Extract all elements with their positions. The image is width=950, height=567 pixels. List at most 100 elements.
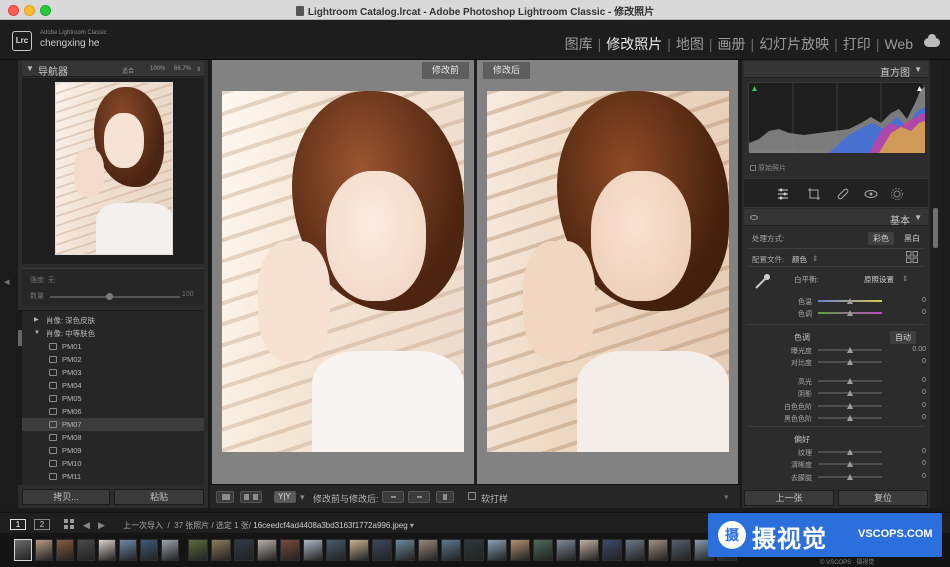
slider-value[interactable]: 0	[896, 358, 926, 365]
basic-panel-header[interactable]: 基本 ▼	[744, 209, 928, 227]
slider-knob[interactable]	[847, 403, 853, 409]
copy-settings-button[interactable]: 拷贝...	[22, 489, 110, 505]
filmstrip-thumbnail[interactable]	[161, 539, 179, 561]
filmstrip-thumbnail[interactable]	[56, 539, 74, 561]
eye-icon[interactable]	[750, 215, 758, 220]
filmstrip-thumbnail[interactable]	[671, 539, 691, 561]
filmstrip-thumbnail[interactable]	[533, 539, 553, 561]
preset-item[interactable]: PM04	[22, 379, 204, 392]
preset-item[interactable]: PM05	[22, 392, 204, 405]
slider-knob[interactable]	[847, 461, 853, 467]
profile-dropdown-icon[interactable]: ⇕	[812, 254, 818, 263]
white-balance-eyedropper-icon[interactable]	[752, 272, 772, 292]
slider-value[interactable]: 0	[896, 377, 926, 384]
slider-knob[interactable]	[847, 390, 853, 396]
slider-value[interactable]: 0	[896, 448, 926, 455]
zoom-100[interactable]: 100%	[150, 66, 165, 72]
module-develop[interactable]: 修改照片	[601, 34, 667, 54]
slider-value[interactable]: 0	[896, 473, 926, 480]
reset-button[interactable]: 复位	[838, 490, 928, 506]
histogram-header[interactable]: 直方图 ▼	[744, 61, 928, 79]
filmstrip-thumbnail[interactable]	[188, 539, 208, 561]
filmstrip-thumbnail[interactable]	[349, 539, 369, 561]
filmstrip-thumbnail[interactable]	[648, 539, 668, 561]
healing-brush-icon[interactable]	[836, 187, 850, 201]
filmstrip-thumbnail[interactable]	[556, 539, 576, 561]
original-photo-checkbox[interactable]	[750, 165, 756, 171]
filmstrip-thumbnail[interactable]	[625, 539, 645, 561]
filmstrip-thumbnail[interactable]	[35, 539, 53, 561]
after-pane[interactable]: 修改后	[477, 60, 738, 484]
preset-group[interactable]: ▶ 肖像: 深色皮肤	[22, 314, 204, 327]
amount-slider-knob[interactable]	[106, 293, 113, 300]
preset-item[interactable]: PM08	[22, 431, 204, 444]
red-eye-icon[interactable]	[864, 187, 878, 201]
filmstrip-thumbnail[interactable]	[441, 539, 461, 561]
right-panel-scrollbar[interactable]	[930, 60, 942, 508]
preset-group[interactable]: ▼ 肖像: 中等肤色	[22, 327, 204, 340]
slider-knob[interactable]	[847, 378, 853, 384]
treatment-bw-option[interactable]: 黑白	[899, 232, 925, 245]
slider-value[interactable]: 0	[896, 389, 926, 396]
amount-slider-track[interactable]	[50, 296, 180, 298]
filmstrip-thumbnail[interactable]	[234, 539, 254, 561]
slider-value[interactable]: 0	[896, 297, 926, 304]
swap-before-after-button[interactable]	[436, 491, 454, 503]
collapse-left-arrow-icon[interactable]: ◀	[4, 278, 9, 286]
preset-item[interactable]: PM01	[22, 340, 204, 353]
zoom-menu-icon[interactable]: ⇕	[196, 66, 201, 73]
preset-item[interactable]: PM07	[22, 418, 204, 431]
back-arrow-icon[interactable]: ◀	[83, 520, 90, 531]
before-after-left-right-button[interactable]	[240, 491, 262, 503]
collapse-triangle-icon[interactable]: ▼	[914, 65, 922, 74]
filmstrip-thumbnail[interactable]	[464, 539, 484, 561]
right-scroll-thumb[interactable]	[933, 208, 938, 248]
navigator-header[interactable]: ▼ 导航器 适合 100% 66.7% ⇕	[22, 61, 204, 78]
preset-item[interactable]: PM03	[22, 366, 204, 379]
slider-value[interactable]: 0	[896, 309, 926, 316]
filmstrip-thumbnail[interactable]	[140, 539, 158, 561]
expand-triangle-icon[interactable]: ▶	[34, 314, 39, 327]
profile-value[interactable]: 颜色	[792, 254, 807, 265]
paste-settings-button[interactable]: 粘贴	[114, 489, 204, 505]
module-web[interactable]: Web	[879, 36, 918, 52]
preset-item[interactable]: PM10	[22, 457, 204, 470]
zoom-667[interactable]: 66.7%	[174, 66, 191, 72]
view-mode-dropdown-icon[interactable]: ▾	[300, 492, 305, 503]
filmstrip-thumbnail[interactable]	[395, 539, 415, 561]
right-panel-collapse-strip[interactable]	[942, 60, 950, 508]
white-balance-dropdown-icon[interactable]: ⇕	[902, 274, 908, 283]
slider-knob[interactable]	[847, 298, 853, 304]
cloud-icon[interactable]	[924, 34, 940, 47]
module-map[interactable]: 地图	[671, 34, 709, 54]
filmstrip-thumbnail[interactable]	[487, 539, 507, 561]
slider-knob[interactable]	[847, 474, 853, 480]
filmstrip-thumbnail[interactable]	[326, 539, 346, 561]
slider-knob[interactable]	[847, 359, 853, 365]
filmstrip-thumbnail[interactable]	[211, 539, 231, 561]
original-photo-toggle[interactable]: 原始照片	[750, 163, 786, 173]
before-after-mode-button[interactable]: Y|Y	[274, 491, 296, 503]
auto-tone-button[interactable]: 自动	[890, 331, 916, 344]
slider-knob[interactable]	[847, 310, 853, 316]
forward-arrow-icon[interactable]: ▶	[98, 520, 105, 531]
after-photo[interactable]	[487, 91, 729, 452]
slider-knob[interactable]	[847, 449, 853, 455]
histogram[interactable]	[748, 82, 925, 153]
masking-icon[interactable]	[890, 187, 904, 201]
filmstrip-thumbnail[interactable]	[119, 539, 137, 561]
module-library[interactable]: 图库	[560, 34, 598, 54]
preset-item[interactable]: PM11	[22, 470, 204, 483]
preset-item[interactable]: PM09	[22, 444, 204, 457]
collapse-triangle-icon[interactable]: ▼	[914, 213, 922, 222]
slider-value[interactable]: 0	[896, 460, 926, 467]
filmstrip-source-path[interactable]: 上一次导入 / 37 张照片 / 选定 1 张/ 16ceedcf4ad4408…	[123, 520, 414, 531]
module-slideshow[interactable]: 幻灯片放映	[754, 34, 834, 54]
expand-triangle-icon[interactable]: ▼	[34, 327, 40, 340]
filmstrip-thumbnail[interactable]	[280, 539, 300, 561]
before-pane[interactable]: 修改前	[212, 60, 474, 484]
copy-after-to-before-button[interactable]	[408, 491, 430, 503]
slider-value[interactable]: 0.00	[896, 346, 926, 353]
filmstrip-thumbnail[interactable]	[579, 539, 599, 561]
filename-dropdown-icon[interactable]: ▾	[410, 521, 414, 530]
